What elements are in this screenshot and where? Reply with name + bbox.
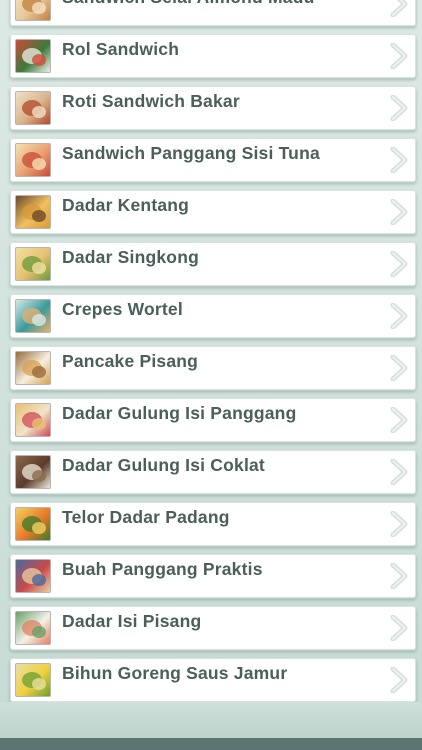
chevron-right-icon: [388, 198, 410, 226]
recipe-title: Roti Sandwich Bakar: [62, 91, 240, 111]
chevron-right-icon: [388, 510, 410, 538]
recipe-thumbnail: [15, 403, 51, 437]
recipe-row[interactable]: Dadar Gulung Isi Coklat: [10, 450, 416, 494]
chevron-right-icon: [388, 302, 410, 330]
recipe-thumbnail: [15, 0, 51, 21]
recipe-thumbnail: [15, 39, 51, 73]
recipe-title: Pancake Pisang: [62, 351, 199, 371]
bottom-toolbar: [0, 738, 422, 750]
recipe-row[interactable]: Bihun Goreng Saus Jamur: [10, 658, 416, 702]
recipe-thumbnail: [15, 299, 51, 333]
chevron-right-icon: [388, 354, 410, 382]
recipe-title: Bihun Goreng Saus Jamur: [62, 663, 288, 683]
chevron-right-icon: [388, 614, 410, 642]
recipe-row[interactable]: Sandwich Selai Almond Madu: [10, 0, 416, 26]
recipe-title: Buah Panggang Praktis: [62, 559, 263, 579]
chevron-right-icon: [388, 0, 410, 18]
recipe-thumbnail: [15, 195, 51, 229]
chevron-right-icon: [388, 406, 410, 434]
recipe-title: Dadar Kentang: [62, 195, 190, 215]
recipe-thumbnail: [15, 507, 51, 541]
recipe-thumbnail: [15, 91, 51, 125]
chevron-right-icon: [388, 42, 410, 70]
recipe-row[interactable]: Dadar Gulung Isi Panggang: [10, 398, 416, 442]
recipe-thumbnail: [15, 559, 51, 593]
recipe-title: Dadar Gulung Isi Panggang: [62, 403, 297, 423]
recipe-title: Telor Dadar Padang: [62, 507, 230, 527]
chevron-right-icon: [388, 94, 410, 122]
recipe-row[interactable]: Rol Sandwich: [10, 34, 416, 78]
chevron-right-icon: [388, 146, 410, 174]
recipe-thumbnail: [15, 247, 51, 281]
recipe-title: Dadar Isi Pisang: [62, 611, 202, 631]
chevron-right-icon: [388, 458, 410, 486]
recipe-title: Rol Sandwich: [62, 39, 180, 59]
recipe-row[interactable]: Pancake Pisang: [10, 346, 416, 390]
chevron-right-icon: [388, 666, 410, 694]
chevron-right-icon: [388, 250, 410, 278]
recipe-row[interactable]: Telor Dadar Padang: [10, 502, 416, 546]
recipe-title: Crepes Wortel: [62, 299, 183, 319]
recipe-thumbnail: [15, 351, 51, 385]
recipe-title: Dadar Singkong: [62, 247, 199, 267]
recipe-row[interactable]: Dadar Singkong: [10, 242, 416, 286]
recipe-row[interactable]: Sandwich Panggang Sisi Tuna: [10, 138, 416, 182]
recipe-row[interactable]: Dadar Kentang: [10, 190, 416, 234]
recipe-title: Sandwich Panggang Sisi Tuna: [62, 143, 320, 163]
recipe-title: Sandwich Selai Almond Madu: [62, 0, 315, 8]
list-footer-background: [0, 702, 422, 738]
recipe-thumbnail: [15, 663, 51, 697]
recipe-row[interactable]: Dadar Isi Pisang: [10, 606, 416, 650]
recipe-title: Dadar Gulung Isi Coklat: [62, 455, 265, 475]
recipe-row[interactable]: Buah Panggang Praktis: [10, 554, 416, 598]
recipe-row[interactable]: Crepes Wortel: [10, 294, 416, 338]
recipe-thumbnail: [15, 143, 51, 177]
recipe-thumbnail: [15, 611, 51, 645]
chevron-right-icon: [388, 562, 410, 590]
recipe-thumbnail: [15, 455, 51, 489]
recipe-row[interactable]: Roti Sandwich Bakar: [10, 86, 416, 130]
